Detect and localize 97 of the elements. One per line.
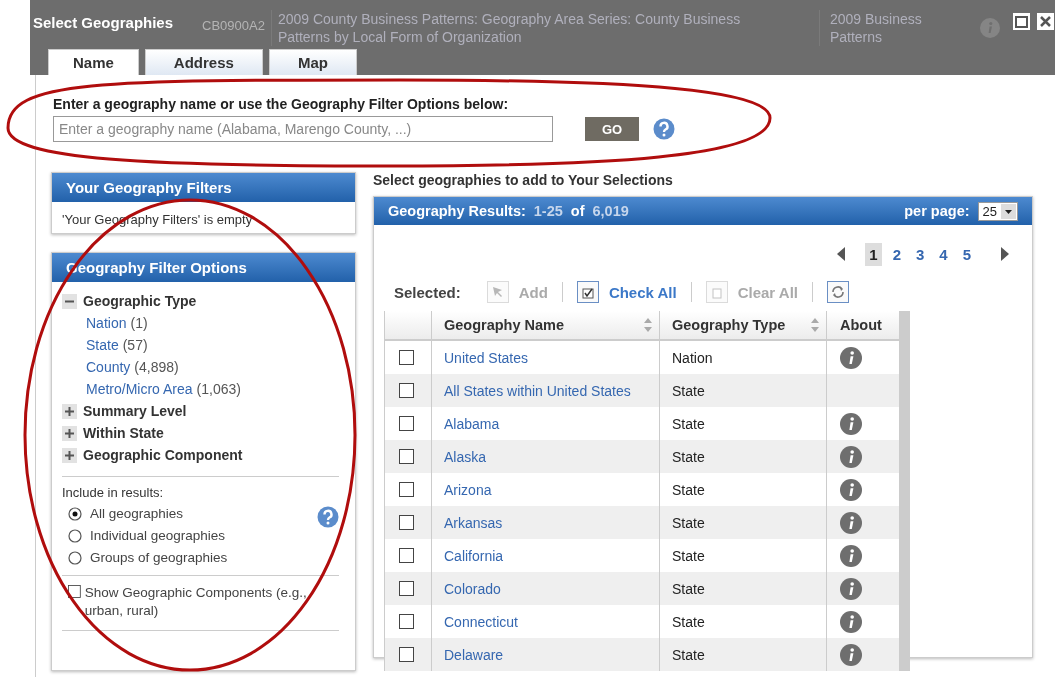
filter-link[interactable]: County <box>86 359 131 375</box>
checkbox[interactable] <box>399 581 414 596</box>
radio-button[interactable] <box>68 506 82 521</box>
dataset-title: Patterns by Local Form of Organization <box>277 28 523 46</box>
geography-link[interactable]: Arizona <box>444 481 492 498</box>
toolbar-action[interactable]: Check All <box>608 283 677 301</box>
checkbox[interactable] <box>399 482 414 497</box>
geography-link[interactable]: Delaware <box>444 646 504 663</box>
geography-link[interactable]: United States <box>444 349 529 366</box>
previous-icon[interactable] <box>836 246 847 262</box>
filter-group[interactable]: Within State <box>83 425 164 441</box>
result-count: (1) <box>130 315 148 331</box>
search-label: Enter a geography name or use the Geography Filter Options below: <box>53 96 510 112</box>
result-count: (57) <box>122 337 148 353</box>
filter-link[interactable]: Metro/Micro Area <box>86 381 193 397</box>
per-page-label: per page: <box>904 203 970 219</box>
results-range: 1-25 <box>533 203 563 219</box>
sort-icon <box>810 317 820 333</box>
program-name: Patterns <box>829 28 884 46</box>
checkbox[interactable] <box>399 350 414 365</box>
tab[interactable]: Address <box>144 49 263 75</box>
results-of: of <box>570 203 585 219</box>
page-link[interactable]: 2 <box>888 242 905 266</box>
result-count: (4,898) <box>134 359 179 375</box>
info-icon <box>979 18 1000 38</box>
filter-group[interactable]: Geographic Type <box>83 293 197 309</box>
radio-button[interactable] <box>68 550 82 565</box>
radio-label: All geographies <box>90 506 184 521</box>
expand-icon[interactable] <box>62 447 77 463</box>
info-icon[interactable] <box>840 478 862 501</box>
refresh-icon[interactable] <box>827 281 849 303</box>
checkbox[interactable] <box>68 584 81 599</box>
close-icon[interactable] <box>1036 12 1055 31</box>
filter-group[interactable]: Geographic Component <box>83 447 243 463</box>
help-icon[interactable] <box>317 506 339 528</box>
scrollbar[interactable] <box>900 311 910 671</box>
geography-link[interactable]: California <box>444 547 504 564</box>
checkbox-label: Show Geographic Components (e.g., urban, rural) <box>84 584 308 620</box>
tab[interactable]: Map <box>268 49 357 75</box>
geography-link[interactable]: Alaska <box>444 448 487 465</box>
info-icon[interactable] <box>840 445 862 468</box>
results-title: Geography Results: <box>388 203 526 219</box>
expand-icon[interactable] <box>62 425 77 441</box>
help-icon[interactable] <box>653 118 675 140</box>
collapse-icon[interactable] <box>62 293 77 309</box>
radio-button[interactable] <box>68 528 82 543</box>
checkbox[interactable] <box>399 416 414 431</box>
column-header[interactable]: Geography Type <box>660 311 827 339</box>
dataset-title: 2009 County Business Patterns: Geography Area Series: County Business <box>277 10 742 28</box>
info-icon[interactable] <box>840 511 862 534</box>
panel-header: Your Geography Filters <box>52 173 355 202</box>
geography-link[interactable]: Colorado <box>444 580 501 597</box>
include-label: Include in results: <box>62 485 165 500</box>
page-link[interactable]: 4 <box>935 242 952 266</box>
expand-icon[interactable] <box>62 403 77 419</box>
info-icon[interactable] <box>840 643 862 666</box>
filter-link[interactable]: Nation <box>86 315 127 331</box>
geography-link[interactable]: Arkansas <box>444 514 503 531</box>
table-cell: State <box>660 638 827 671</box>
checkbox[interactable] <box>399 614 414 629</box>
maximize-icon[interactable] <box>1012 12 1031 31</box>
filter-link[interactable]: State <box>86 337 119 353</box>
dialog-title: Select Geographies <box>33 14 174 31</box>
per-page-select[interactable]: 25 <box>977 201 1018 221</box>
info-icon[interactable] <box>840 544 862 567</box>
radio-label: Individual geographies <box>90 528 226 543</box>
info-icon[interactable] <box>840 610 862 633</box>
search-field[interactable]: Enter a geography name (Alabama, Marengo County, ...) <box>53 116 553 142</box>
page-link[interactable]: 3 <box>911 242 929 266</box>
info-icon[interactable] <box>840 346 862 369</box>
checkbox[interactable] <box>399 383 414 398</box>
tab[interactable]: Name <box>48 49 139 75</box>
checkbox[interactable] <box>399 515 414 530</box>
radio-label: Groups of geographies <box>90 550 228 565</box>
filter-group[interactable]: Summary Level <box>83 403 187 419</box>
checkbox-icon[interactable] <box>576 281 599 303</box>
go-button[interactable]: GO <box>585 117 639 141</box>
checkbox[interactable] <box>399 647 414 662</box>
record-code: CB0900A2 <box>202 18 265 35</box>
next-icon[interactable] <box>1000 246 1010 262</box>
checkbox[interactable] <box>399 449 414 464</box>
column-header[interactable]: Geography Name <box>432 311 660 339</box>
selected-label: Selected: <box>394 283 461 301</box>
geography-link[interactable]: All States within United States <box>444 382 631 399</box>
checkbox[interactable] <box>399 548 414 563</box>
geography-link[interactable]: Alabama <box>444 415 500 432</box>
page-link[interactable]: 1 <box>865 242 882 266</box>
program-name: 2009 Business <box>829 10 923 28</box>
dropdown-icon <box>1001 203 1016 219</box>
geography-link[interactable]: Connecticut <box>444 613 518 630</box>
page-link[interactable]: 5 <box>958 242 975 266</box>
result-count: (1,063) <box>196 381 241 397</box>
sort-icon <box>643 317 653 333</box>
info-icon[interactable] <box>840 412 862 435</box>
info-icon[interactable] <box>840 577 862 600</box>
section-heading: Select geographies to add to Your Selections <box>373 172 674 188</box>
results-total: 6,019 <box>592 203 629 219</box>
